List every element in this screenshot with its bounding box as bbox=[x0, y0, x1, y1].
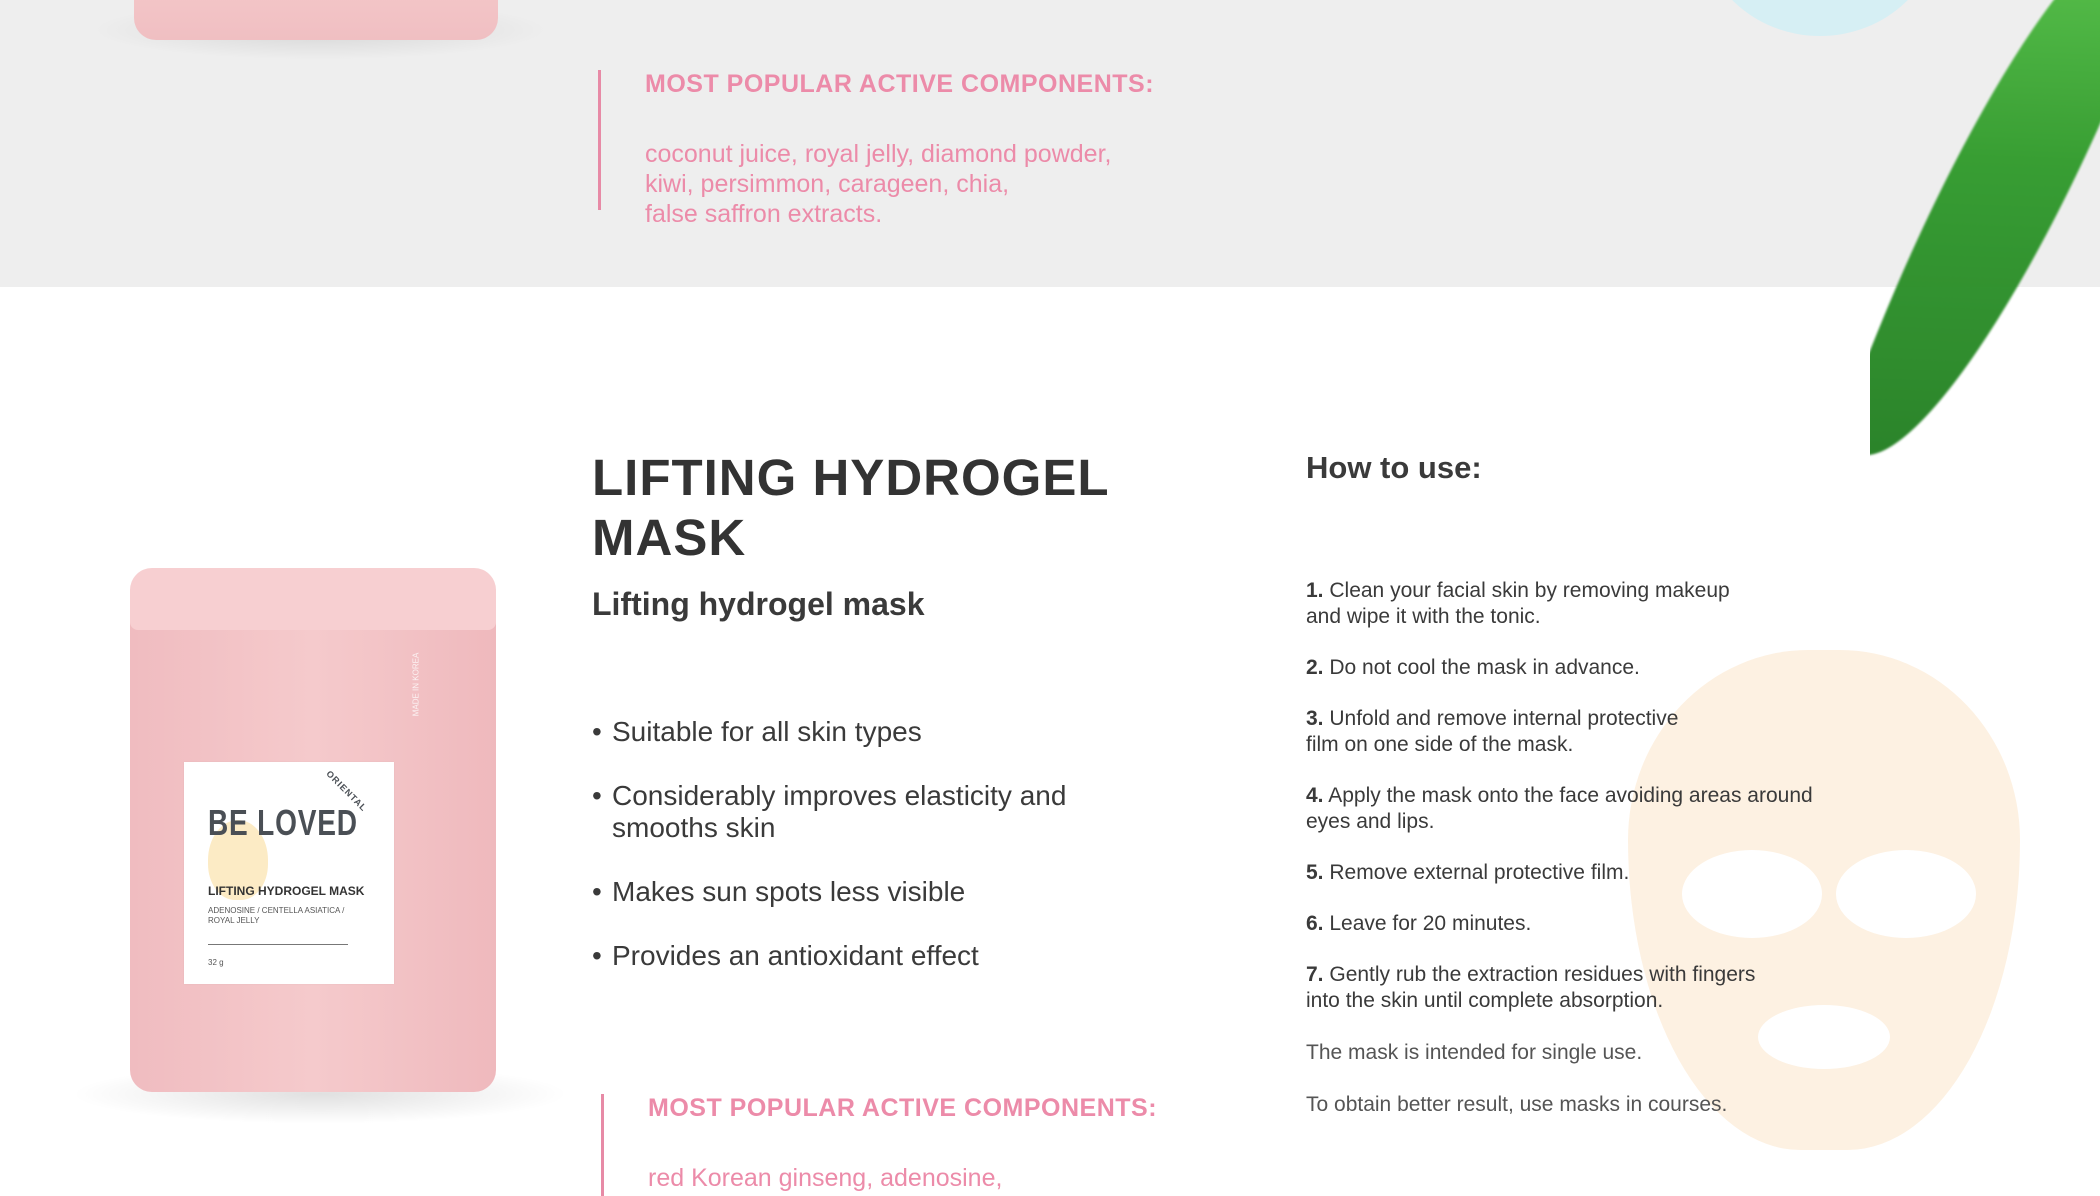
feature-item: Provides an antioxidant effect bbox=[592, 940, 1112, 972]
step-text: Do not cool the mask in advance. bbox=[1329, 656, 1640, 679]
active-components-list: red Korean ginseng, adenosine, centella … bbox=[648, 1164, 1003, 1196]
usage-note: To obtain better result, use masks in co… bbox=[1306, 1093, 1728, 1116]
package-weight: 32 g bbox=[208, 958, 224, 967]
step-number: 6. bbox=[1306, 912, 1324, 935]
active-components-block: MOST POPULAR ACTIVE COMPONENTS: red Kore… bbox=[601, 1094, 1208, 1196]
active-components-label: MOST POPULAR ACTIVE COMPONENTS: bbox=[645, 70, 1155, 98]
brand-logo: BE LOVED bbox=[208, 802, 358, 843]
usage-step: 5. Remove external protective film. bbox=[1306, 860, 1946, 886]
how-to-use-heading: How to use: bbox=[1306, 450, 1482, 485]
product-title: LIFTING HYDROGEL MASK bbox=[592, 449, 1109, 566]
step-number: 4. bbox=[1306, 784, 1324, 807]
step-text: Unfold and remove internal protective fi… bbox=[1306, 707, 1679, 756]
top-section-band: MOST POPULAR ACTIVE COMPONENTS: coconut … bbox=[0, 0, 2100, 287]
package-label-card: BE LOVED ORIENTAL LIFTING HYDROGEL MASK … bbox=[184, 762, 394, 984]
step-text: Gently rub the extraction residues with … bbox=[1306, 963, 1756, 1012]
usage-steps-list: 1. Clean your facial skin by removing ma… bbox=[1306, 578, 1946, 1039]
step-number: 5. bbox=[1306, 861, 1324, 884]
step-text: Leave for 20 minutes. bbox=[1329, 912, 1532, 935]
pouch-side-text: MADE IN KOREA bbox=[411, 652, 421, 717]
active-components-label: MOST POPULAR ACTIVE COMPONENTS: bbox=[648, 1094, 1158, 1122]
package-divider bbox=[208, 944, 348, 945]
active-components-list: coconut juice, royal jelly, diamond powd… bbox=[645, 140, 1112, 228]
product-subtitle: Lifting hydrogel mask bbox=[592, 586, 925, 622]
leaf-decoration bbox=[1870, 0, 2100, 480]
step-number: 1. bbox=[1306, 579, 1324, 602]
step-number: 7. bbox=[1306, 963, 1324, 986]
feature-list: Suitable for all skin types Considerably… bbox=[592, 716, 1112, 1004]
usage-step: 3. Unfold and remove internal protective… bbox=[1306, 706, 1946, 758]
active-components-block: MOST POPULAR ACTIVE COMPONENTS: coconut … bbox=[598, 70, 1205, 228]
step-text: Clean your facial skin by removing makeu… bbox=[1306, 579, 1730, 628]
usage-step: 4. Apply the mask onto the face avoiding… bbox=[1306, 783, 1946, 835]
usage-step: 1. Clean your facial skin by removing ma… bbox=[1306, 578, 1946, 630]
usage-step: 2. Do not cool the mask in advance. bbox=[1306, 655, 1946, 681]
feature-item: Considerably improves elasticity and smo… bbox=[592, 780, 1112, 844]
feature-item: Suitable for all skin types bbox=[592, 716, 1112, 748]
package-ingredients: ADENOSINE / CENTELLA ASIATICA / ROYAL JE… bbox=[208, 906, 345, 925]
feature-item: Makes sun spots less visible bbox=[592, 876, 1112, 908]
step-text: Remove external protective film. bbox=[1329, 861, 1630, 884]
pouch-top-seal bbox=[130, 568, 496, 630]
product-package-image: MADE IN KOREA BE LOVED ORIENTAL LIFTING … bbox=[70, 568, 570, 1124]
step-number: 2. bbox=[1306, 656, 1324, 679]
usage-step: 7. Gently rub the extraction residues wi… bbox=[1306, 962, 1946, 1014]
package-product-name: LIFTING HYDROGEL MASK bbox=[208, 884, 365, 898]
step-text: Apply the mask onto the face avoiding ar… bbox=[1306, 784, 1813, 833]
step-number: 3. bbox=[1306, 707, 1324, 730]
usage-note: The mask is intended for single use. bbox=[1306, 1041, 1643, 1064]
usage-step: 6. Leave for 20 minutes. bbox=[1306, 911, 1946, 937]
previous-product-pouch-image bbox=[134, 0, 498, 40]
usage-notes: The mask is intended for single use. To … bbox=[1306, 1040, 1946, 1144]
leaf-icon bbox=[1870, 0, 2100, 480]
